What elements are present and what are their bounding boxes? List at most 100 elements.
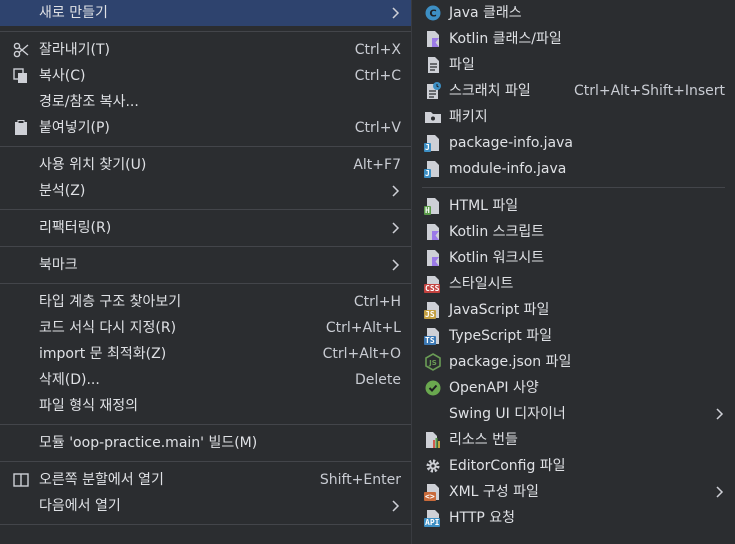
menu-item-typescript-file[interactable]: TS TypeScript 파일 [412,323,735,349]
api-badge: API [424,518,441,527]
chevron-right-icon [391,252,401,281]
menu-item-editorconfig[interactable]: EditorConfig 파일 [412,453,735,479]
menu-item-xml-config[interactable]: <> XML 구성 파일 [412,479,735,505]
menu-item-java-class[interactable]: C Java 클래스 [412,0,735,26]
java-file-icon: J [424,160,442,178]
menu-item-shortcut: Ctrl+X [354,42,401,58]
menu-item-shortcut: Ctrl+C [354,68,401,84]
menu-item-http-request[interactable]: API HTTP 요청 [412,505,735,531]
menu-item-copy[interactable]: 복사(C) Ctrl+C [0,63,411,89]
menu-item-shortcut: Ctrl+Alt+L [325,320,401,336]
clipboard-icon [12,119,30,137]
js-badge: JS [424,310,436,319]
menu-item-cut[interactable]: 잘라내기(T) Ctrl+X [0,37,411,63]
menu-separator [0,146,411,147]
menu-item-label: 오른쪽 분할에서 열기 [39,472,164,488]
menu-item-label: OpenAPI 사양 [449,380,539,396]
menu-item-delete[interactable]: 삭제(D)... Delete [0,367,411,393]
menu-item-type-hierarchy[interactable]: 타입 계층 구조 찾아보기 Ctrl+H [0,289,411,315]
package-icon [424,108,442,126]
menu-item-analyze[interactable]: 분석(Z) [0,178,411,204]
menu-item-open-in[interactable]: 다음에서 열기 [0,493,411,519]
menu-item-label: 스크래치 파일 [449,83,531,99]
chevron-right-icon [391,215,401,244]
ts-icon: TS [424,327,442,345]
menu-item-label: import 문 최적화(Z) [39,346,167,362]
menu-item-label: TypeScript 파일 [449,328,552,344]
menu-item-shortcut: Ctrl+H [353,294,401,310]
menu-item-label: 새로 만들기 [39,5,108,21]
menu-item-refactor[interactable]: 리팩터링(R) [0,215,411,241]
menu-item-new[interactable]: 새로 만들기 [0,0,411,26]
menu-item-shortcut: Ctrl+Alt+Shift+Insert [573,83,725,99]
menu-item-label: Kotlin 클래스/파일 [449,31,562,47]
menu-item-resource-bundle[interactable]: 리소스 번들 [412,427,735,453]
scissors-icon [12,41,30,59]
menu-item-paste[interactable]: 붙여넣기(P) Ctrl+V [0,115,411,141]
menu-item-label: 리팩터링(R) [39,220,112,236]
menu-item-label: 스타일시트 [449,276,514,292]
menu-item-open-right-split[interactable]: 오른쪽 분할에서 열기 Shift+Enter [0,467,411,493]
menu-item-swing-ui-designer[interactable]: Swing UI 디자이너 [412,401,735,427]
menu-item-shortcut: Ctrl+V [354,120,401,136]
menu-item-shortcut: Delete [355,372,401,388]
menu-item-label: 잘라내기(T) [39,42,110,58]
new-submenu: C Java 클래스 Kotlin 클래스/파일파일스크래치 파일 Ctrl+Alt+… [412,0,735,544]
menu-item-label: Kotlin 스크립트 [449,224,545,240]
menu-item-shortcut: Ctrl+Alt+O [322,346,401,362]
menu-item-stylesheet[interactable]: CSS 스타일시트 [412,271,735,297]
chevron-right-icon [391,0,401,29]
menu-item-kotlin-script[interactable]: Kotlin 스크립트 [412,219,735,245]
menu-item-kotlin-class-file[interactable]: Kotlin 클래스/파일 [412,26,735,52]
menu-item-package-json[interactable]: JS package.json 파일 [412,349,735,375]
menu-separator [0,31,411,32]
menu-item-label: EditorConfig 파일 [449,458,566,474]
menu-item-label: HTML 파일 [449,198,519,214]
html-icon: H [424,197,442,215]
menu-item-copy-path[interactable]: 경로/참조 복사... [0,89,411,115]
scratch-icon [424,82,442,100]
menu-item-html-file[interactable]: H HTML 파일 [412,193,735,219]
ts-badge: TS [424,336,436,345]
context-menu: 새로 만들기잘라내기(T) Ctrl+X 복사(C) Ctrl+C 경로/참조 복사..… [0,0,412,544]
menu-separator [0,461,411,462]
menu-item-find-usages[interactable]: 사용 위치 찾기(U) Alt+F7 [0,152,411,178]
menu-item-label: 복사(C) [39,68,86,84]
kotlin-icon [424,223,442,241]
css-badge: CSS [424,284,441,293]
menu-separator [0,424,411,425]
menu-item-scratch-file[interactable]: 스크래치 파일 Ctrl+Alt+Shift+Insert [412,78,735,104]
split-icon [12,471,30,489]
svg-text:C: C [429,9,436,20]
menu-item-shortcut: Alt+F7 [353,157,401,173]
menu-item-label: module-info.java [449,161,567,177]
menu-item-label: Swing UI 디자이너 [449,406,566,422]
menu-item-openapi-spec[interactable]: OpenAPI 사양 [412,375,735,401]
menu-item-kotlin-worksheet[interactable]: Kotlin 워크시트 [412,245,735,271]
menu-item-label: XML 구성 파일 [449,484,539,500]
api-icon: API [424,509,442,527]
menu-separator [422,187,725,188]
kotlin-icon [424,249,442,267]
menu-item-label: 패키지 [449,109,488,125]
css-icon: CSS [424,275,442,293]
menu-item-label: 사용 위치 찾기(U) [39,157,147,173]
menu-item-label: 분석(Z) [39,183,86,199]
menu-item-build-module[interactable]: 모듈 'oop-practice.main' 빌드(M) [0,430,411,456]
menu-item-bookmarks[interactable]: 북마크 [0,252,411,278]
menu-item-module-info[interactable]: Jmodule-info.java [412,156,735,182]
menu-item-optimize-imports[interactable]: import 문 최적화(Z) Ctrl+Alt+O [0,341,411,367]
menu-item-package[interactable]: 패키지 [412,104,735,130]
menu-item-override-file-type[interactable]: 파일 형식 재정의 [0,393,411,419]
menu-item-reformat-code[interactable]: 코드 서식 다시 지정(R) Ctrl+Alt+L [0,315,411,341]
menu-item-package-info[interactable]: Jpackage-info.java [412,130,735,156]
menu-item-label: 경로/참조 복사... [39,94,139,110]
chevron-right-icon [715,401,725,430]
java-badge: J [424,143,431,152]
menu-item-label: 타입 계층 구조 찾아보기 [39,294,182,310]
menu-separator [0,209,411,210]
menu-item-javascript-file[interactable]: JS JavaScript 파일 [412,297,735,323]
menu-item-file[interactable]: 파일 [412,52,735,78]
menu-separator [0,524,411,525]
chevron-right-icon [391,493,401,522]
